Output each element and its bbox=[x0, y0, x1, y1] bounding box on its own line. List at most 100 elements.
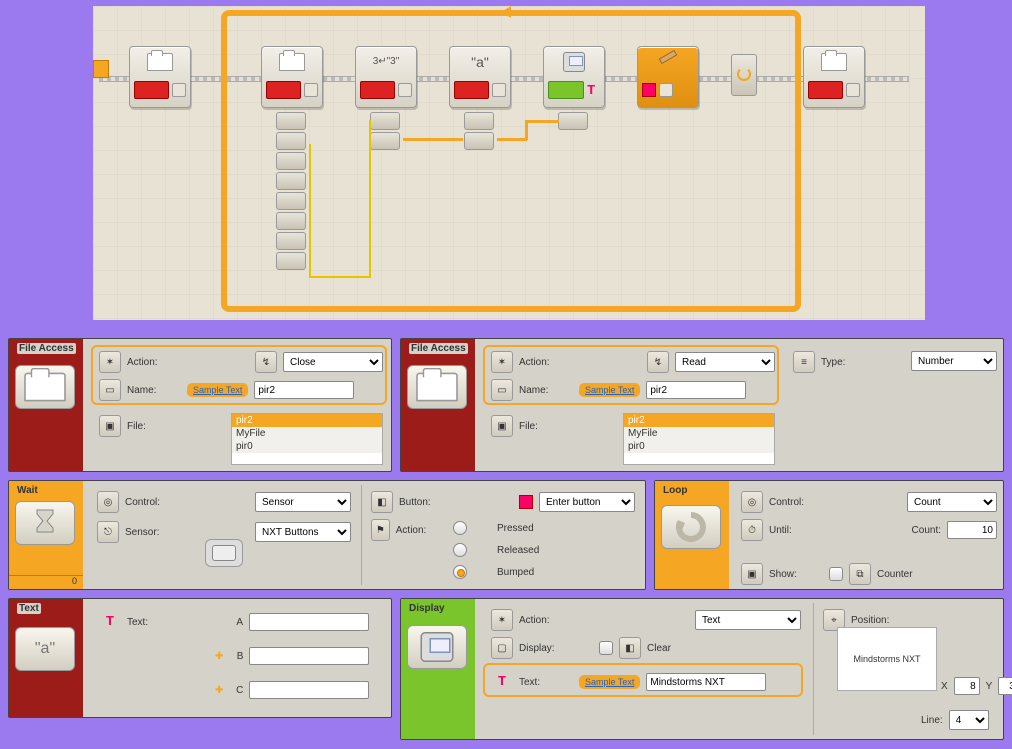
text-sidebar: Text "a" bbox=[9, 599, 83, 717]
program-canvas[interactable]: 3↵"3" "a" T bbox=[93, 6, 925, 320]
file-list-item[interactable]: pir0 bbox=[232, 440, 382, 453]
wait-block[interactable] bbox=[637, 46, 699, 108]
display-sidebar: Display bbox=[401, 599, 475, 739]
folder-icon bbox=[821, 53, 847, 71]
y-label: Y bbox=[986, 681, 993, 692]
panel-title: File Access bbox=[409, 343, 468, 354]
divider bbox=[813, 603, 814, 735]
nxt-button-icon bbox=[205, 539, 243, 567]
panel-title: Display bbox=[409, 603, 445, 614]
text-c-input[interactable] bbox=[249, 681, 369, 699]
name-icon: ▭ bbox=[491, 379, 513, 401]
sample-text-link[interactable]: Sample Text bbox=[579, 675, 640, 689]
show-label: Show: bbox=[769, 569, 823, 580]
wait-panel: Wait 0 ◎ Control: Sensor ⎋ Sensor: NXT B… bbox=[8, 480, 646, 590]
bumped-icon bbox=[473, 564, 491, 580]
file-read-datahub[interactable] bbox=[276, 110, 308, 272]
radio-label: Released bbox=[497, 545, 539, 556]
y-input[interactable] bbox=[998, 677, 1012, 695]
file-close-block-end[interactable] bbox=[803, 46, 865, 108]
file-list-item-selected[interactable]: pir2 bbox=[232, 414, 382, 427]
display-big-icon bbox=[407, 625, 467, 669]
radio-pressed[interactable]: Pressed bbox=[453, 517, 539, 539]
radio-released[interactable]: Released bbox=[453, 539, 539, 561]
clear-checkbox[interactable] bbox=[599, 641, 613, 655]
num2text-datahub[interactable] bbox=[370, 110, 402, 152]
sensor-select[interactable]: NXT Buttons bbox=[255, 522, 351, 542]
text-b-input[interactable] bbox=[249, 647, 369, 665]
display-block[interactable]: T bbox=[543, 46, 605, 108]
name-input[interactable] bbox=[254, 381, 354, 399]
sample-text-link[interactable]: Sample Text bbox=[579, 383, 640, 397]
display-datahub[interactable] bbox=[558, 110, 590, 132]
action-select[interactable]: Close bbox=[283, 352, 383, 372]
button-select[interactable]: Enter button bbox=[539, 492, 635, 512]
radio-label: Pressed bbox=[497, 523, 534, 534]
file-list-item-selected[interactable]: pir2 bbox=[624, 414, 774, 427]
text-t-icon: T bbox=[99, 611, 121, 633]
divider bbox=[361, 485, 362, 585]
radio-bumped[interactable]: Bumped bbox=[453, 561, 539, 583]
action-select[interactable]: Text bbox=[695, 610, 801, 630]
position-preview[interactable]: Mindstorms NXT bbox=[837, 627, 937, 691]
file-list[interactable]: pir2 MyFile pir0 bbox=[623, 413, 775, 465]
action-label: Action: bbox=[519, 357, 573, 368]
wait-icon bbox=[657, 52, 679, 72]
button-label: Button: bbox=[399, 497, 453, 508]
text-label: Text: bbox=[519, 677, 573, 688]
loop-panel: Loop ◎ Control: Count ⏱ Until: Count: ▣ … bbox=[654, 480, 1004, 590]
file-read-block[interactable] bbox=[261, 46, 323, 108]
count-input[interactable] bbox=[947, 521, 997, 539]
file-list[interactable]: pir2 MyFile pir0 bbox=[231, 413, 383, 465]
file-list-item[interactable]: MyFile bbox=[232, 427, 382, 440]
released-icon bbox=[473, 542, 491, 558]
control-label: Control: bbox=[769, 497, 823, 508]
file-icon: ▣ bbox=[99, 415, 121, 437]
line-select[interactable]: 4 bbox=[949, 710, 989, 730]
clear-label: Clear bbox=[647, 643, 671, 654]
text-concat-block[interactable]: "a" bbox=[449, 46, 511, 108]
action-select[interactable]: Read bbox=[675, 352, 775, 372]
data-wire-number bbox=[309, 276, 371, 278]
data-wire-number-v2 bbox=[369, 120, 371, 277]
b-label: B bbox=[229, 651, 243, 662]
radio-label: Bumped bbox=[497, 567, 534, 578]
position-label: Position: bbox=[851, 615, 911, 626]
control-select[interactable]: Sensor bbox=[255, 492, 351, 512]
textconcat-datahub[interactable] bbox=[464, 110, 496, 152]
type-select[interactable]: Number bbox=[911, 351, 997, 371]
until-icon: ⏱ bbox=[741, 519, 763, 541]
data-wire-text1 bbox=[403, 138, 463, 141]
panel-title: Loop bbox=[663, 485, 687, 496]
a-label: A bbox=[229, 617, 243, 628]
action-label: Action: bbox=[396, 525, 441, 536]
show-icon: ▣ bbox=[741, 563, 763, 585]
file-close-block-outer[interactable] bbox=[129, 46, 191, 108]
file-list-item[interactable]: pir0 bbox=[624, 440, 774, 453]
start-handle[interactable] bbox=[93, 60, 109, 78]
button-icon: ◧ bbox=[371, 491, 393, 513]
action-label: Action: bbox=[519, 615, 573, 626]
action-icon: ✶ bbox=[491, 351, 513, 373]
panel-title: Text bbox=[17, 603, 41, 614]
type-icon: ≡ bbox=[793, 351, 815, 373]
wait-sidebar: Wait 0 bbox=[9, 481, 83, 589]
count-label: Count: bbox=[912, 525, 941, 536]
file-list-item[interactable]: MyFile bbox=[624, 427, 774, 440]
display-text-input[interactable] bbox=[646, 673, 766, 691]
sample-text-link[interactable]: Sample Text bbox=[187, 383, 248, 397]
control-select[interactable]: Count bbox=[907, 492, 997, 512]
file-access-read-panel: File Access ✶ Action: ↯ Read ▭ Name: Sam… bbox=[400, 338, 1004, 472]
x-input[interactable] bbox=[954, 677, 980, 695]
text-panel: Text "a" T Text: A ✚ B ✚ C bbox=[8, 598, 392, 718]
number-to-text-block[interactable]: 3↵"3" bbox=[355, 46, 417, 108]
folder-icon bbox=[147, 53, 173, 71]
loop-big-icon bbox=[661, 505, 721, 549]
text-big-icon: "a" bbox=[15, 627, 75, 671]
data-wire-text2 bbox=[497, 138, 527, 141]
counter-checkbox[interactable] bbox=[829, 567, 843, 581]
name-input[interactable] bbox=[646, 381, 746, 399]
text-a-input[interactable] bbox=[249, 613, 369, 631]
control-icon: ◎ bbox=[97, 491, 119, 513]
loop-control-handle[interactable] bbox=[731, 54, 757, 96]
